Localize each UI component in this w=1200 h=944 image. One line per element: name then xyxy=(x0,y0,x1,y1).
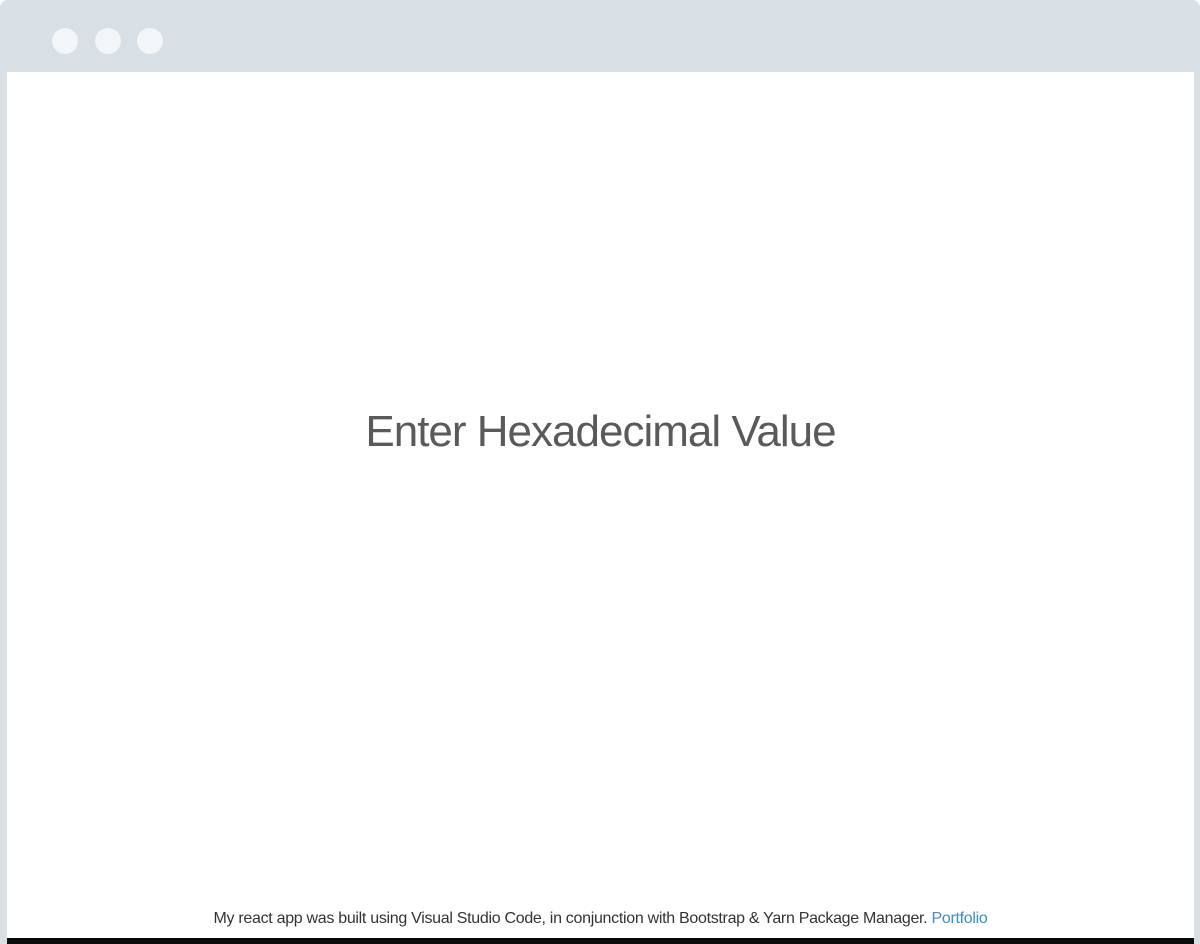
window-titlebar xyxy=(0,0,1200,72)
portfolio-link[interactable]: Portfolio xyxy=(931,910,987,927)
hex-value-input[interactable] xyxy=(7,397,1194,467)
footer: My react app was built using Visual Stud… xyxy=(7,910,1194,928)
maximize-window-dot[interactable] xyxy=(137,28,163,54)
minimize-window-dot[interactable] xyxy=(95,28,121,54)
close-window-dot[interactable] xyxy=(52,28,78,54)
page-viewport: My react app was built using Visual Stud… xyxy=(7,72,1194,938)
browser-window: My react app was built using Visual Stud… xyxy=(0,0,1200,944)
footer-text: My react app was built using Visual Stud… xyxy=(213,910,932,927)
bottom-edge xyxy=(7,938,1194,944)
